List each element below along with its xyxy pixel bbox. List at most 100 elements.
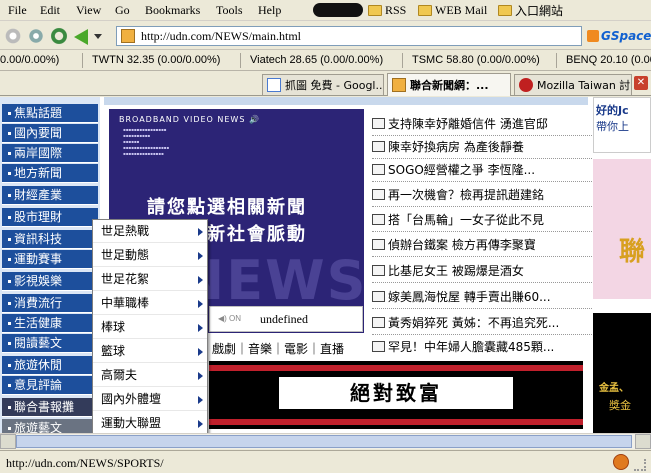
headline-item[interactable]: 罕見！中年婦人膽囊藏485顆... [372,337,592,359]
ticker-item[interactable]: TSMC 58.80 (0.00/0.00%) [412,54,540,66]
submenu-item[interactable]: 世足動態 [93,244,207,267]
sidebar-item[interactable]: 地方新聞 [2,164,98,183]
right-ad-middle[interactable]: 聯 [593,159,651,299]
submenu-item[interactable]: 運動大聯盟 [93,412,207,435]
headline-item[interactable]: 搭「台馬輪」一女子從此不見 [372,210,592,232]
sidebar-item[interactable]: 股市理財 [2,208,98,227]
mozilla-favicon-icon [519,78,533,92]
submenu-item[interactable]: 國內外體壇 [93,388,207,411]
right-ad-bottom[interactable]: 金孟、 獎金 [593,313,651,433]
menu-help[interactable]: Help [258,3,281,18]
browser-window: File Edit View Go Bookmarks Tools Help R… [0,0,651,473]
firefox-icon [613,454,629,470]
url-bar[interactable]: http://udn.com/NEWS/main.html [116,26,582,46]
tab-udn-news[interactable]: 聯合新聞網：... [387,73,511,96]
headline-item[interactable]: 再一次機會？檢再提訊趙建銘 [372,185,592,207]
menu-file[interactable]: File [8,3,27,18]
site-favicon-icon [121,29,135,43]
sidebar-item[interactable]: 生活健康 [2,314,98,333]
tab-label: Mozilla Taiwan 討... [537,79,632,92]
headline-item[interactable]: 偵辦台鐵案 檢方再傳李聚寶 [372,235,592,257]
arrow-right-icon [198,228,203,236]
scroll-left-icon[interactable] [0,434,16,449]
video-control-bar: ◀) ON undefined [209,306,363,332]
gspace-toolbar-button[interactable]: GSpace [601,29,651,43]
headline-item[interactable]: SOGO經營權之爭 李恆隆... [372,160,592,182]
sound-toggle[interactable]: ◀) ON [218,314,241,323]
ticker-item[interactable]: 0.00/0.00%) [0,54,59,66]
banner-stripe [209,419,583,425]
sidebar-item[interactable]: 閱讀藝文 [2,334,98,353]
arrow-right-icon [198,348,203,356]
tab-label: 抓圖 免費 - Googl... [285,79,384,92]
menu-go[interactable]: Go [115,3,130,18]
submenu-item[interactable]: 高爾夫 [93,364,207,387]
resize-grip-icon[interactable] [634,459,646,471]
bookmark-rss[interactable]: RSS [368,2,406,18]
sidebar-item[interactable]: 國內要聞 [2,124,98,143]
sidebar-item[interactable]: 兩岸國際 [2,144,98,163]
bookmark-label: WEB Mail [435,2,488,17]
submenu-item[interactable]: 籃球 [93,340,207,363]
headline-item[interactable]: 嫁美鳳海悅屋 轉手賣出賺60... [372,287,592,309]
ticker-item[interactable]: BENQ 20.10 (0.00/0.00%) [566,54,651,66]
sidebar-item[interactable]: 資訊科技 [2,230,98,249]
folder-icon [498,4,512,16]
bookmark-portal[interactable]: 入口網站 [498,2,563,18]
udn-favicon-icon [392,78,406,92]
reload-icon[interactable] [50,27,68,45]
sidebar-item[interactable]: 旅遊休閒 [2,356,98,375]
close-tab-icon[interactable]: ✕ [634,76,648,90]
chevron-down-icon[interactable] [94,34,102,39]
stop-icon[interactable] [4,27,22,45]
redacted-bookmark [313,3,363,17]
horizontal-scrollbar[interactable] [0,433,651,449]
tab-label: 聯合新聞網：... [410,79,489,92]
ad-banner[interactable]: 絕對致富 [209,361,583,429]
ticker-separator [402,53,403,68]
navigation-toolbar: http://udn.com/NEWS/main.html GSpace [0,22,651,50]
sidebar-item[interactable]: 焦點話題 [2,104,98,123]
tab-mozilla-taiwan[interactable]: Mozilla Taiwan 討... [514,74,632,95]
settings-gear-icon[interactable] [27,27,45,45]
back-arrow-icon[interactable] [74,29,88,45]
sidebar-item[interactable]: 意見評論 [2,376,98,395]
sidebar-item[interactable]: 聯合書報攤 [2,398,98,417]
menu-view[interactable]: View [76,3,101,18]
ad-text: 獎金 [609,399,631,412]
headline-item[interactable]: 黃秀娟猝死 黃姊：不再追究死... [372,313,592,335]
menu-bookmarks[interactable]: Bookmarks [145,3,200,18]
tab-google[interactable]: 抓圖 免費 - Googl... [262,74,384,95]
scroll-right-icon[interactable] [635,434,651,449]
arrow-right-icon [198,276,203,284]
arrow-right-icon [198,300,203,308]
headline-item[interactable]: 比基尼女王 被踢爆是酒女 [372,261,592,283]
menu-edit[interactable]: Edit [40,3,60,18]
sidebar-item[interactable]: 影視娛樂 [2,272,98,291]
menu-tools[interactable]: Tools [216,3,243,18]
headline-item[interactable]: 陳幸妤換病房 為產後靜養 [372,137,592,159]
arrow-right-icon [198,252,203,260]
ad-text: 好的Jc [596,104,629,117]
scrollbar-thumb[interactable] [16,435,632,448]
ticker-item[interactable]: TWTN 32.35 (0.00/0.00%) [92,54,220,66]
bookmark-webmail[interactable]: WEB Mail [418,2,487,18]
ticker-separator [82,53,83,68]
sports-submenu: 世足熱戰 世足動態 世足花絮 中華職棒 棒球 籃球 高爾夫 國內外體壇 運動大聯… [92,219,208,434]
sidebar-item[interactable]: 消費流行 [2,294,98,313]
right-ad-top[interactable]: 好的Jc 帶你上 [593,97,651,153]
video-categories[interactable]: 戲劇｜音樂｜電影｜直播 [212,340,344,357]
ticker-item[interactable]: Viatech 28.65 (0.00/0.00%) [250,54,383,66]
submenu-item[interactable]: 中華職棒 [93,292,207,315]
folder-icon [418,4,432,16]
bookmark-label: RSS [385,2,407,17]
submenu-item[interactable]: 棒球 [93,316,207,339]
submenu-item[interactable]: 世足熱戰 [93,220,207,243]
headline-item[interactable]: 支持陳幸妤離婚信件 湧進官邸 [372,114,592,136]
sidebar-item[interactable]: 財經產業 [2,186,98,205]
menu-bar: File Edit View Go Bookmarks Tools Help R… [0,0,651,21]
submenu-item[interactable]: 世足花絮 [93,268,207,291]
sidebar-item[interactable]: 運動賽事 [2,250,98,269]
rss-feed-icon[interactable] [587,30,599,42]
bookmark-label: 入口網站 [515,3,564,18]
